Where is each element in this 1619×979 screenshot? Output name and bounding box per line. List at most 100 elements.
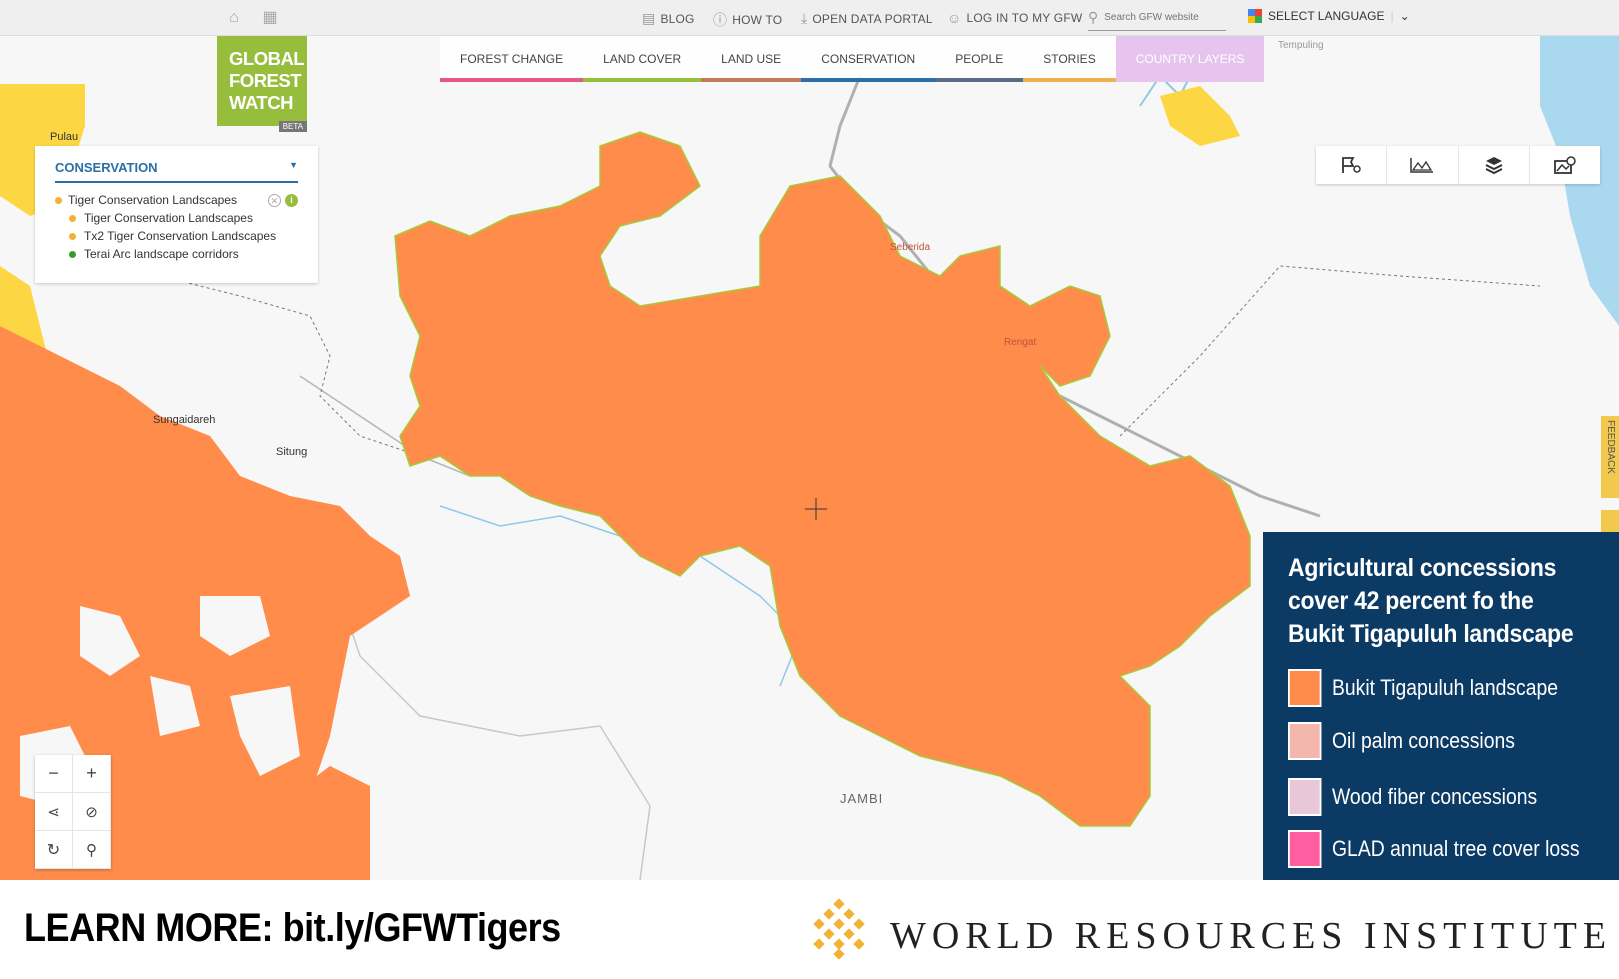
caret-down-icon: ▼ (289, 160, 298, 170)
tab-land-cover[interactable]: LAND COVER (583, 36, 702, 82)
main-nav: FOREST CHANGE LAND COVER LAND USE CONSER… (440, 36, 1265, 82)
zoom-in-button[interactable]: + (73, 755, 111, 793)
reset-button[interactable]: ↻ (35, 831, 73, 869)
tab-label: CONSERVATION (821, 52, 916, 66)
beta-badge: BETA (278, 121, 307, 132)
legend-item-label: Tiger Conservation Landscapes (84, 211, 253, 225)
blog-icon: ▤ (642, 10, 656, 26)
search-location-button[interactable]: ⚲ (73, 831, 111, 869)
place-label-pulau: Pulau (50, 131, 79, 143)
search-input[interactable] (1104, 12, 1215, 23)
download-icon: ⤓ (801, 10, 808, 26)
map-controls: − + ⋖ ⊘ ↻ ⚲ (35, 755, 111, 869)
tab-label: STORIES (1043, 52, 1096, 66)
eye-off-icon: ⊘ (85, 803, 98, 821)
info-swatch (1288, 722, 1322, 760)
divider: | (1390, 9, 1394, 23)
how-to-link[interactable]: ⓘ HOW TO (713, 10, 782, 30)
tab-color-bar (701, 78, 802, 82)
blog-link[interactable]: ▤ BLOG (642, 10, 695, 27)
language-selector[interactable]: SELECT LANGUAGE | ⌄ (1248, 9, 1410, 23)
info-swatch (1288, 778, 1322, 816)
legend-layer-title: Tiger Conservation Landscapes (68, 193, 237, 207)
hide-ui-button[interactable]: ⊘ (73, 793, 111, 831)
legend-item: Tiger Conservation Landscapes (69, 211, 298, 225)
user-icon: ☺ (947, 10, 962, 26)
info-swatch (1288, 830, 1322, 868)
layers-icon (1485, 157, 1503, 175)
legend-item-label: Terai Arc landscape corridors (84, 247, 239, 261)
layer-dot (55, 196, 62, 204)
gfw-logo[interactable]: GLOBAL FOREST WATCH BETA (217, 36, 307, 132)
logo-line-1: GLOBAL (229, 48, 305, 69)
legend-item: Tx2 Tiger Conservation Landscapes (69, 229, 298, 243)
legend-dot (69, 232, 76, 240)
tab-color-bar (935, 78, 1024, 82)
legend-category-header[interactable]: CONSERVATION ▼ (55, 160, 298, 183)
info-legend-row: Bukit Tigapuluh landscape (1288, 669, 1558, 707)
gfw-map-page: Pulau Sungaidareh Situng Seberida Rengat… (0, 0, 1619, 979)
place-label-jambi: JAMBI (840, 791, 884, 806)
chart-tool-button[interactable] (1387, 146, 1459, 184)
chart-icon (1410, 158, 1434, 173)
info-swatch (1288, 669, 1322, 707)
tab-conservation[interactable]: CONSERVATION (801, 36, 936, 82)
legend-item: Terai Arc landscape corridors (69, 247, 298, 261)
wri-logo-mark (813, 898, 865, 960)
search-box[interactable]: ⚲ (1088, 5, 1226, 31)
search-icon: ⚲ (86, 841, 97, 859)
tab-color-bar (583, 78, 702, 82)
home-icon[interactable]: ⌂ (224, 8, 244, 28)
wri-wordmark: WORLD RESOURCES INSTITUTE (890, 915, 1613, 957)
question-icon: ⓘ (713, 12, 728, 28)
tab-label: LAND USE (721, 52, 782, 66)
layers-tool-button[interactable] (1459, 146, 1530, 184)
analysis-tool-button[interactable] (1316, 146, 1388, 184)
open-data-portal-label: OPEN DATA PORTAL (812, 11, 933, 26)
story-info-box: Agricultural concessions cover 42 percen… (1263, 532, 1619, 880)
tab-stories[interactable]: STORIES (1023, 36, 1116, 82)
tab-forest-change[interactable]: FOREST CHANGE (440, 36, 584, 82)
layer-controls: ✕ i (268, 193, 298, 207)
place-label-sungaidareh: Sungaidareh (153, 414, 216, 426)
place-label-situng: Situng (276, 446, 308, 458)
search-icon: ⚲ (1088, 9, 1099, 25)
legend-dot (69, 214, 76, 222)
place-label-seberida: Seberida (890, 242, 931, 253)
how-to-label: HOW TO (732, 13, 783, 27)
info-legend-label: Bukit Tigapuluh landscape (1332, 675, 1559, 700)
tab-people[interactable]: PEOPLE (935, 36, 1024, 82)
google-translate-icon (1248, 9, 1262, 23)
language-label: SELECT LANGUAGE (1268, 9, 1385, 23)
legend-layer-row: Tiger Conservation Landscapes ✕ i (55, 193, 298, 207)
tab-country-layers[interactable]: COUNTRY LAYERS (1115, 36, 1265, 82)
tab-land-use[interactable]: LAND USE (701, 36, 802, 82)
login-label: LOG IN TO MY GFW (966, 11, 1083, 25)
layer-legend: CONSERVATION ▼ Tiger Conservation Landsc… (35, 146, 318, 283)
info-legend-row: Wood fiber concessions (1288, 778, 1537, 816)
apps-grid-icon[interactable]: ▦ (260, 8, 280, 28)
feedback-tab[interactable]: FEEDBACK (1601, 416, 1619, 498)
legend-item-label: Tx2 Tiger Conservation Landscapes (84, 229, 277, 243)
login-link[interactable]: ☺ LOG IN TO MY GFW (947, 10, 1082, 26)
flag-search-icon (1342, 157, 1361, 173)
legend-dot (69, 250, 76, 258)
chevron-down-icon: ⌄ (1399, 9, 1410, 23)
basemap-tool-button[interactable] (1530, 146, 1600, 184)
refresh-icon: ↻ (46, 841, 61, 859)
info-legend-row: Oil palm concessions (1288, 722, 1515, 760)
top-bar: ⌂ ▦ ▤ BLOG ⓘ HOW TO ⤓ OPEN DATA PORTAL ☺… (0, 0, 1619, 36)
info-icon[interactable]: i (285, 193, 298, 207)
info-legend-label: GLAD annual tree cover loss (1332, 836, 1580, 861)
legend-category-title: CONSERVATION (55, 160, 158, 175)
zoom-out-button[interactable]: − (35, 755, 73, 793)
basemap-icon (1553, 156, 1576, 174)
place-label-rengat: Rengat (1004, 337, 1037, 348)
info-legend-row: GLAD annual tree cover loss (1288, 830, 1580, 868)
tab-label: LAND COVER (603, 52, 682, 66)
share-button[interactable]: ⋖ (35, 793, 73, 831)
remove-layer-icon[interactable]: ✕ (268, 193, 281, 207)
open-data-portal-link[interactable]: ⤓ OPEN DATA PORTAL (801, 10, 933, 27)
logo-line-2: FOREST (229, 70, 302, 91)
info-legend-label: Oil palm concessions (1332, 728, 1515, 753)
